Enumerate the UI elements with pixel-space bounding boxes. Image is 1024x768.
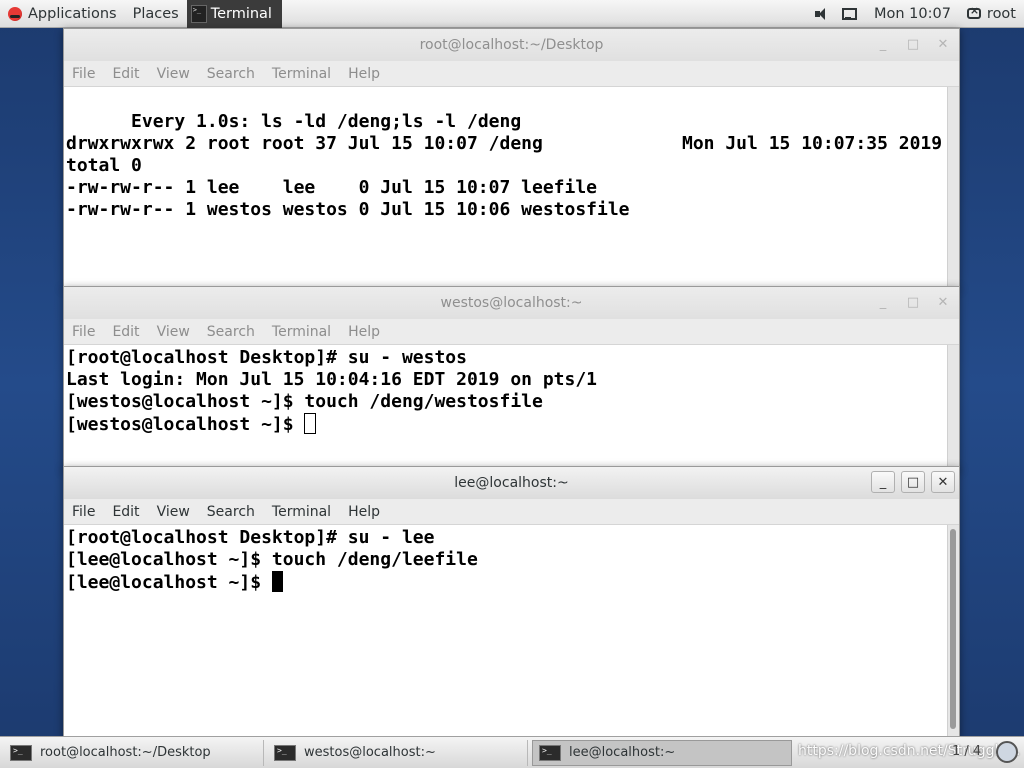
terminal-output[interactable]: Every 1.0s: ls -ld /deng;ls -l /deng Mon… (64, 87, 959, 287)
menu-file[interactable]: File (72, 324, 95, 340)
window-title: lee@localhost:~ (454, 475, 569, 491)
menu-search[interactable]: Search (207, 66, 255, 82)
terminal-line: -rw-rw-r-- 1 lee lee 0 Jul 15 10:07 leef… (66, 177, 598, 198)
prompt-line: [westos@localhost ~]$ (66, 413, 959, 435)
menu-help[interactable]: Help (348, 66, 380, 82)
workspace-icon[interactable] (996, 741, 1018, 763)
shell-prompt: [westos@localhost ~]$ (66, 414, 305, 435)
terminal-window-lee[interactable]: lee@localhost:~ _ □ ✕ File Edit View Sea… (63, 466, 960, 738)
scrollbar[interactable] (947, 525, 959, 737)
window-title: westos@localhost:~ (440, 295, 583, 311)
workspace-pager[interactable]: 1 / 4 (952, 744, 981, 759)
menu-search[interactable]: Search (207, 504, 255, 520)
close-button[interactable]: ✕ (931, 471, 955, 493)
scrollbar[interactable] (947, 87, 959, 287)
menu-file[interactable]: File (72, 66, 95, 82)
menu-help[interactable]: Help (348, 324, 380, 340)
minimize-button[interactable]: _ (871, 33, 895, 55)
shell-prompt: [lee@localhost ~]$ (66, 572, 272, 593)
watermark: https://blog.csdn.net/Struggle... (798, 743, 1021, 759)
terminal-icon (274, 744, 296, 761)
scroll-thumb[interactable] (950, 529, 956, 729)
user-label: root (986, 5, 1016, 22)
menubar: File Edit View Search Terminal Help (64, 499, 959, 525)
taskbar-item-westos[interactable]: westos@localhost:~ (268, 739, 528, 766)
terminal-output[interactable]: [root@localhost Desktop]# su - westos La… (64, 345, 959, 469)
terminal-icon (539, 744, 561, 761)
network-icon[interactable] (840, 7, 858, 21)
maximize-button[interactable]: □ (901, 291, 925, 313)
terminal-icon (10, 744, 32, 761)
watch-header: Every 1.0s: ls -ld /deng;ls -l /deng (131, 111, 522, 132)
window-titlebar[interactable]: westos@localhost:~ _ □ ✕ (64, 287, 959, 319)
close-button[interactable]: ✕ (931, 33, 955, 55)
user-icon (966, 4, 981, 19)
terminal-line: total 0 (66, 155, 142, 176)
taskbar-item-label: westos@localhost:~ (304, 745, 436, 760)
menu-terminal[interactable]: Terminal (272, 504, 331, 520)
scrollbar[interactable] (947, 345, 959, 469)
menu-view[interactable]: View (157, 504, 190, 520)
menu-terminal[interactable]: Terminal (272, 66, 331, 82)
menu-view[interactable]: View (157, 66, 190, 82)
terminal-app-label: Terminal (210, 5, 272, 22)
top-panel: Applications Places Terminal Mon 10:07 r… (0, 0, 1024, 28)
taskbar-item-label: lee@localhost:~ (569, 745, 676, 760)
minimize-button[interactable]: _ (871, 291, 895, 313)
menu-search[interactable]: Search (207, 324, 255, 340)
clock[interactable]: Mon 10:07 (866, 0, 959, 28)
terminal-line: Last login: Mon Jul 15 10:04:16 EDT 2019… (66, 369, 598, 390)
window-list-taskbar: root@localhost:~/Desktop westos@localhos… (0, 736, 1024, 768)
terminal-window-root[interactable]: root@localhost:~/Desktop _ □ ✕ File Edit… (63, 28, 960, 288)
terminal-line: [root@localhost Desktop]# su - lee (66, 527, 435, 548)
menu-file[interactable]: File (72, 504, 95, 520)
menu-help[interactable]: Help (348, 504, 380, 520)
watch-time: Mon Jul 15 10:07:35 2019 (682, 133, 943, 154)
terminal-line: -rw-rw-r-- 1 westos westos 0 Jul 15 10:0… (66, 199, 630, 220)
terminal-line: [westos@localhost ~]$ touch /deng/westos… (66, 391, 543, 412)
maximize-button[interactable]: □ (901, 471, 925, 493)
terminal-icon (190, 4, 207, 23)
window-titlebar[interactable]: lee@localhost:~ _ □ ✕ (64, 467, 959, 499)
terminal-app-menu[interactable]: Terminal (186, 0, 282, 28)
menubar: File Edit View Search Terminal Help (64, 61, 959, 87)
watch-header-line: Every 1.0s: ls -ld /deng;ls -l /deng Mon… (66, 89, 959, 154)
menu-terminal[interactable]: Terminal (272, 324, 331, 340)
menu-edit[interactable]: Edit (112, 504, 139, 520)
applications-menu[interactable]: Applications (0, 0, 125, 28)
close-button[interactable]: ✕ (931, 291, 955, 313)
taskbar-item-lee[interactable]: lee@localhost:~ (532, 739, 792, 766)
terminal-line: [lee@localhost ~]$ touch /deng/leefile (66, 549, 478, 570)
prompt-line: [lee@localhost ~]$ (66, 571, 959, 593)
window-title: root@localhost:~/Desktop (419, 37, 604, 53)
clock-label: Mon 10:07 (873, 5, 951, 22)
places-label: Places (132, 5, 179, 22)
user-menu[interactable]: root (959, 0, 1024, 28)
terminal-window-westos[interactable]: westos@localhost:~ _ □ ✕ File Edit View … (63, 286, 960, 470)
menu-view[interactable]: View (157, 324, 190, 340)
text-cursor (304, 413, 317, 434)
window-titlebar[interactable]: root@localhost:~/Desktop _ □ ✕ (64, 29, 959, 61)
taskbar-item-label: root@localhost:~/Desktop (40, 745, 211, 760)
terminal-output[interactable]: [root@localhost Desktop]# su - lee [lee@… (64, 525, 959, 737)
taskbar-item-root[interactable]: root@localhost:~/Desktop (4, 739, 264, 766)
terminal-line: [root@localhost Desktop]# su - westos (66, 347, 467, 368)
menu-edit[interactable]: Edit (112, 66, 139, 82)
speaker-icon[interactable] (814, 7, 832, 21)
applications-label: Applications (28, 5, 117, 22)
text-cursor (271, 571, 283, 592)
redhat-icon (8, 6, 22, 21)
places-menu[interactable]: Places (125, 0, 187, 28)
menu-edit[interactable]: Edit (112, 324, 139, 340)
menubar: File Edit View Search Terminal Help (64, 319, 959, 345)
maximize-button[interactable]: □ (901, 33, 925, 55)
minimize-button[interactable]: _ (871, 471, 895, 493)
